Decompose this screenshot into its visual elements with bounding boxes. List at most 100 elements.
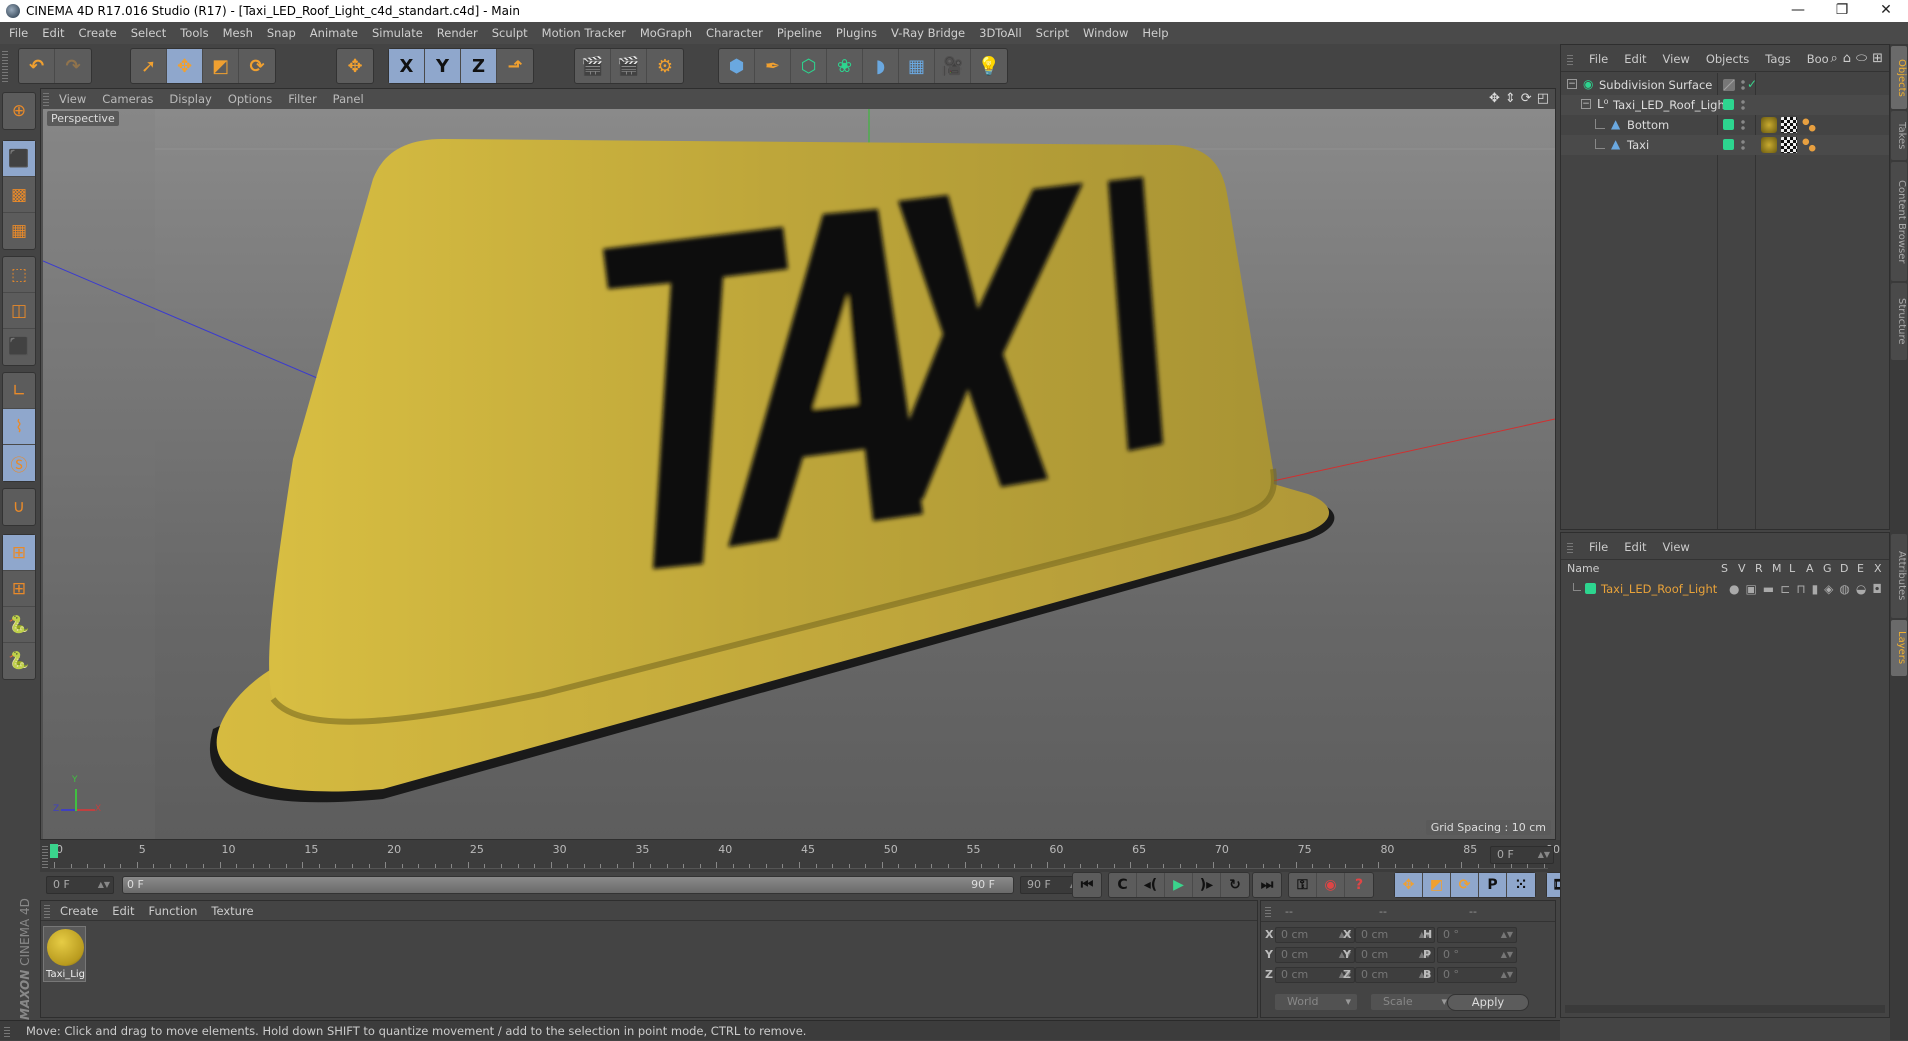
material-tag-icon[interactable]	[1761, 137, 1777, 153]
redo-button[interactable]: ↷	[55, 49, 91, 83]
3d-scene[interactable]: Perspective Grid Spacing : 10 cm Y X Z	[43, 109, 1555, 839]
texture-tag-icon[interactable]	[1781, 137, 1797, 153]
tab-content-browser[interactable]: Content Browser	[1891, 162, 1907, 281]
workplane-lock-button[interactable]: ⊞	[3, 535, 35, 571]
floor-button[interactable]: ▦	[899, 49, 935, 83]
layer-column-d[interactable]: D	[1840, 562, 1848, 575]
viewport-menu-filter[interactable]: Filter	[280, 92, 324, 106]
rotation-b-field[interactable]: 0 ° ▲▼	[1437, 967, 1517, 983]
rotate-view-icon[interactable]: ⟳	[1521, 91, 1532, 106]
timeline-ruler[interactable]: 051015202530354045505560657075808590 0 F…	[40, 840, 1560, 872]
current-frame-field[interactable]: 0 F ▲▼	[1490, 846, 1554, 864]
menu-script[interactable]: Script	[1029, 26, 1076, 40]
menu-v-ray-bridge[interactable]: V-Ray Bridge	[884, 26, 972, 40]
layer-color-swatch[interactable]	[1723, 139, 1734, 150]
scale-button[interactable]: ◩	[203, 49, 239, 83]
object-menu-view[interactable]: View	[1655, 52, 1698, 66]
layer-menu-edit[interactable]: Edit	[1616, 540, 1654, 554]
polygons-mode-button[interactable]: ⬛	[3, 329, 35, 365]
tab-objects[interactable]: Objects	[1891, 46, 1907, 109]
key-position-button[interactable]: ✥	[1395, 873, 1423, 897]
object-menu-tags[interactable]: Tags	[1757, 52, 1798, 66]
generator-toggle-icon[interactable]	[1723, 79, 1735, 91]
record-keys-button[interactable]: ⚿	[1289, 873, 1317, 897]
menu-pipeline[interactable]: Pipeline	[770, 26, 829, 40]
layer-color-swatch[interactable]	[1585, 583, 1596, 594]
texture-tag-icon[interactable]	[1781, 117, 1797, 133]
close-button[interactable]: ✕	[1864, 0, 1908, 22]
tweak-mode-button[interactable]: ⌇	[3, 409, 35, 445]
viewport-menu-options[interactable]: Options	[220, 92, 280, 106]
menu-plugins[interactable]: Plugins	[829, 26, 884, 40]
render-view-button[interactable]: 🎬	[575, 49, 611, 83]
material-tag-icon[interactable]	[1761, 117, 1777, 133]
render-picture-viewer-button[interactable]: 🎬	[611, 49, 647, 83]
range-slider[interactable]: 0 F 90 F	[122, 876, 1014, 894]
menu-motion-tracker[interactable]: Motion Tracker	[535, 26, 633, 40]
layer-name[interactable]: Taxi_LED_Roof_Light	[1601, 582, 1717, 596]
key-pla-button[interactable]: ⁙	[1507, 873, 1535, 897]
menu-animate[interactable]: Animate	[303, 26, 365, 40]
phong-tag-icon[interactable]	[1801, 137, 1817, 153]
material-grip[interactable]	[44, 904, 50, 918]
new-window-icon[interactable]: ⊞	[1872, 51, 1883, 66]
apply-button[interactable]: Apply	[1447, 994, 1529, 1011]
next-key-button[interactable]: ↻	[1221, 873, 1249, 897]
layer-column-name[interactable]: Name	[1567, 562, 1599, 575]
menu-window[interactable]: Window	[1076, 26, 1135, 40]
python-button[interactable]: 🐍	[3, 607, 35, 643]
model-mode-button[interactable]: ⬛	[3, 141, 35, 177]
render-settings-button[interactable]: ⚙	[647, 49, 683, 83]
toolbar-grip[interactable]	[2, 50, 8, 82]
horizontal-scrollbar[interactable]	[1565, 1005, 1885, 1013]
light-button[interactable]: 💡	[971, 49, 1007, 83]
material-menu-edit[interactable]: Edit	[105, 904, 141, 918]
y-axis-button[interactable]: Y	[425, 49, 461, 83]
enabled-check-icon[interactable]: ✓	[1747, 77, 1757, 91]
menu-render[interactable]: Render	[430, 26, 485, 40]
go-to-start-button[interactable]: ⏮	[1073, 873, 1101, 897]
snap-magnet-button[interactable]: ∪	[3, 489, 35, 525]
start-frame-field[interactable]: 0 F ▲▼	[46, 876, 114, 894]
tab-takes[interactable]: Takes	[1891, 111, 1907, 160]
restore-button[interactable]: ❐	[1820, 0, 1864, 22]
viewport-menu-display[interactable]: Display	[161, 92, 219, 106]
object-name[interactable]: Taxi	[1627, 138, 1649, 152]
python-script-button[interactable]: 🐍	[3, 643, 35, 679]
ruler-track[interactable]: 051015202530354045505560657075808590	[50, 843, 1560, 869]
menu-select[interactable]: Select	[124, 26, 173, 40]
menu-3dtoall[interactable]: 3DToAll	[972, 26, 1029, 40]
menu-file[interactable]: File	[2, 26, 35, 40]
tab-attributes[interactable]: Attributes	[1891, 534, 1907, 618]
previous-key-button[interactable]: C	[1109, 873, 1137, 897]
object-menu-objects[interactable]: Objects	[1698, 52, 1757, 66]
menu-help[interactable]: Help	[1135, 26, 1175, 40]
layer-menu-view[interactable]: View	[1655, 540, 1698, 554]
layer-column-a[interactable]: A	[1806, 562, 1814, 575]
subdivision-button[interactable]: ⬡	[791, 49, 827, 83]
layer-column-m[interactable]: M	[1772, 562, 1782, 575]
tab-structure[interactable]: Structure	[1891, 283, 1907, 360]
expand-toggle[interactable]: −	[1567, 79, 1577, 89]
camera-label[interactable]: Perspective	[47, 111, 119, 126]
layer-column-v[interactable]: V	[1738, 562, 1746, 575]
scale-mode-dropdown[interactable]: Scale	[1371, 994, 1453, 1010]
material-menu-create[interactable]: Create	[53, 904, 105, 918]
home-icon[interactable]: ⌂	[1843, 51, 1851, 66]
move-button[interactable]: ✥	[167, 49, 203, 83]
key-rotation-button[interactable]: ⟳	[1451, 873, 1479, 897]
texture-mode-button[interactable]: ▩	[3, 177, 35, 213]
object-menu-edit[interactable]: Edit	[1616, 52, 1654, 66]
coord-system-dropdown[interactable]: World	[1275, 994, 1357, 1010]
menu-simulate[interactable]: Simulate	[365, 26, 430, 40]
search-icon[interactable]: ⌕	[1830, 51, 1837, 66]
object-row-taxi[interactable]: ▲ Taxi	[1561, 135, 1889, 155]
object-row-subdivision-surface[interactable]: − ◉ Subdivision Surface ✓	[1561, 75, 1889, 95]
layer-column-x[interactable]: X	[1874, 562, 1882, 575]
filter-icon[interactable]: ⬭	[1856, 51, 1867, 66]
expand-toggle[interactable]: −	[1581, 99, 1591, 109]
points-mode-button[interactable]: ⬚	[3, 257, 35, 293]
mograph-cloner-button[interactable]: ❀	[827, 49, 863, 83]
viewport-grip[interactable]	[43, 92, 49, 106]
visibility-dots[interactable]	[1741, 79, 1745, 91]
